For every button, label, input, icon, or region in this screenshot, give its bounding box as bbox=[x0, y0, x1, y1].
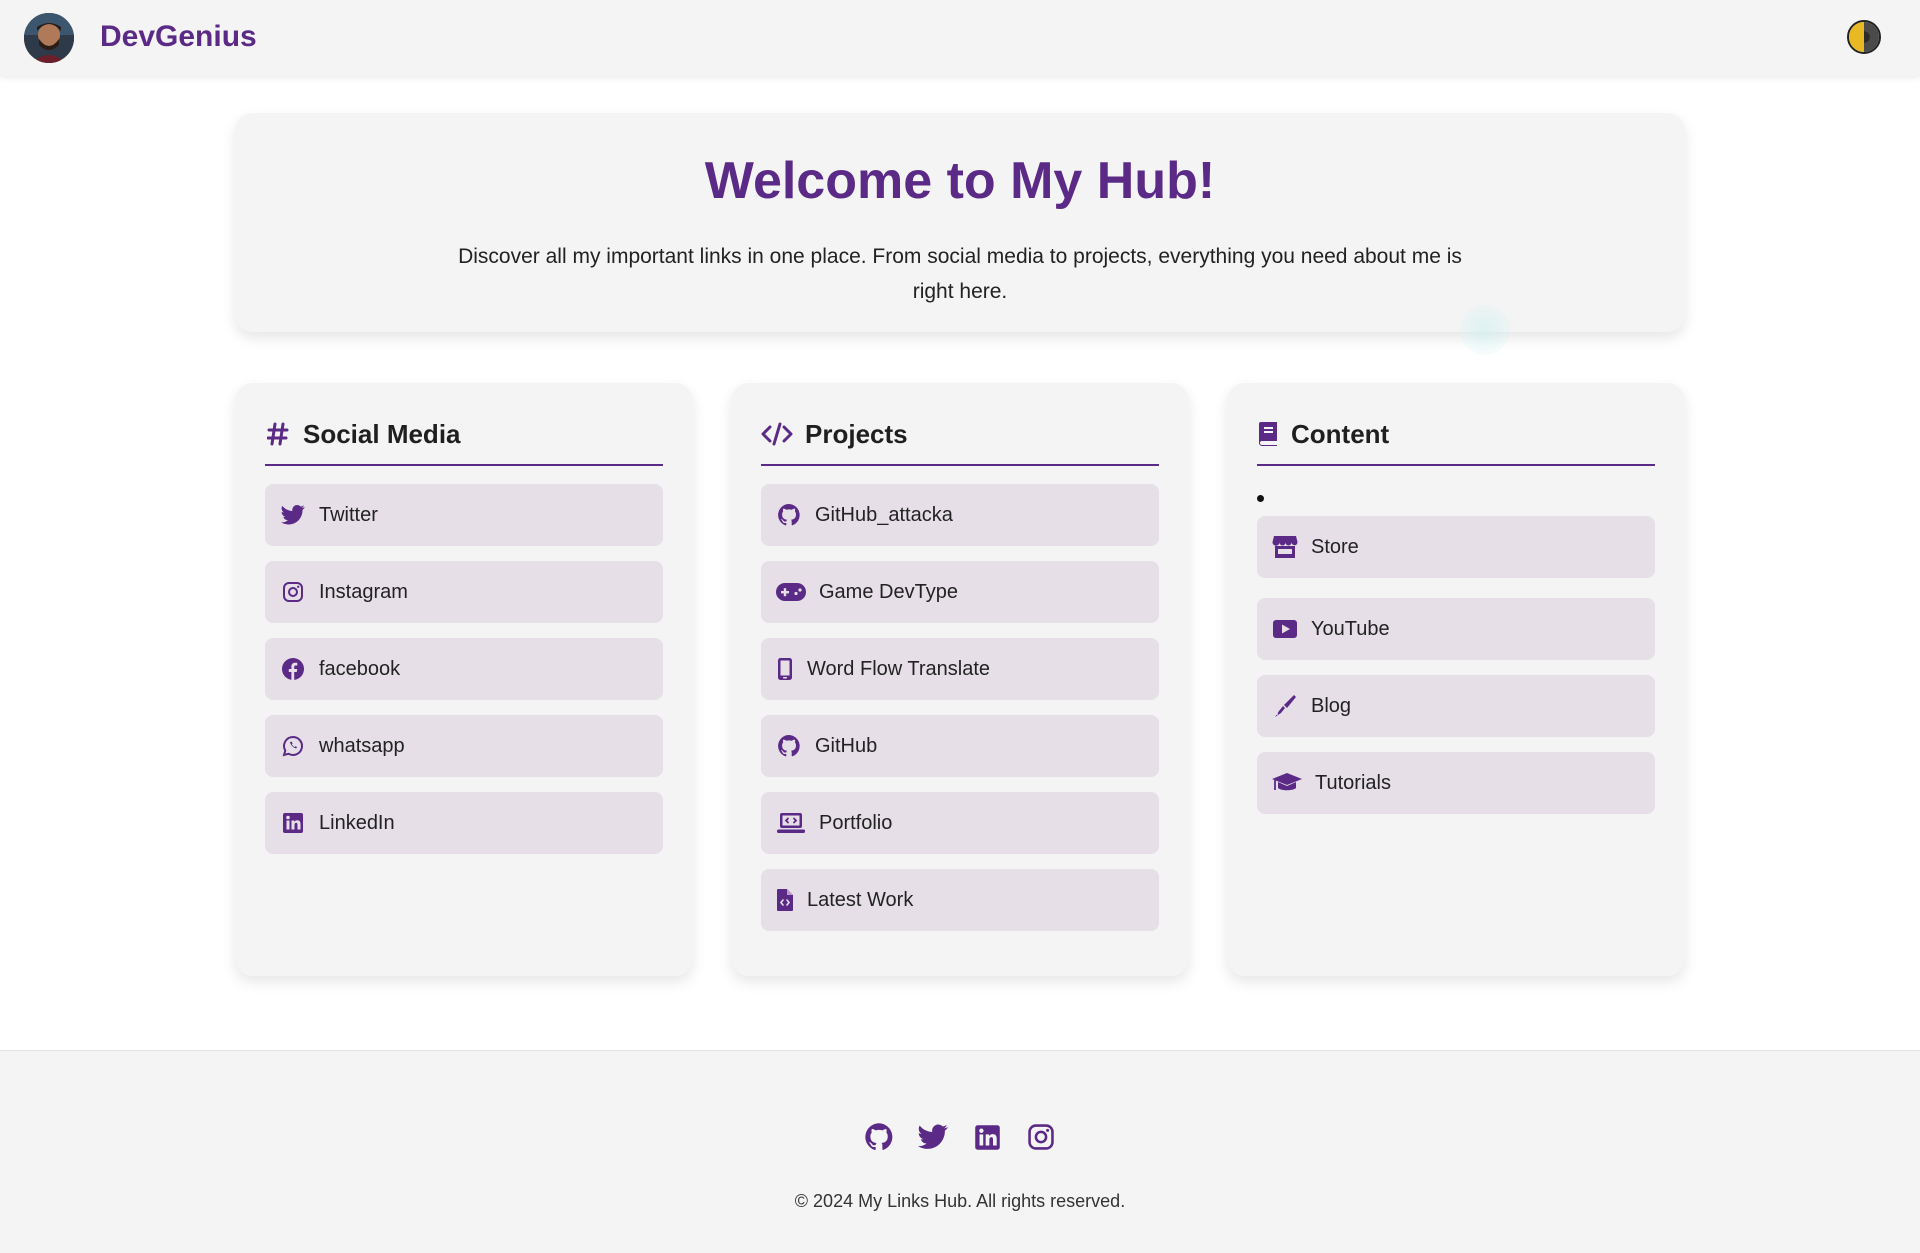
link-label: Latest Work bbox=[807, 888, 914, 911]
youtube-icon bbox=[1271, 615, 1299, 643]
link-whatsapp[interactable]: whatsapp bbox=[265, 715, 663, 777]
gamepad-icon bbox=[775, 578, 807, 606]
linkedin-icon bbox=[279, 809, 307, 837]
twitter-icon[interactable] bbox=[917, 1121, 949, 1153]
link-youtube[interactable]: YouTube bbox=[1257, 598, 1655, 660]
footer-social-links bbox=[0, 1121, 1920, 1153]
graduation-cap-icon bbox=[1271, 769, 1303, 797]
link-label: Store bbox=[1311, 535, 1359, 558]
link-game-devtype[interactable]: Game DevType bbox=[761, 561, 1159, 623]
mobile-icon bbox=[775, 655, 795, 683]
list-bullet bbox=[1257, 495, 1264, 502]
link-github[interactable]: GitHub bbox=[761, 715, 1159, 777]
hashtag-icon bbox=[265, 419, 291, 449]
section-title: Content bbox=[1291, 419, 1390, 449]
code-icon bbox=[761, 419, 793, 449]
link-label: whatsapp bbox=[319, 734, 405, 757]
projects-heading: Projects bbox=[761, 419, 1159, 466]
twitter-icon bbox=[279, 501, 307, 529]
link-latest-work[interactable]: Latest Work bbox=[761, 869, 1159, 931]
link-store[interactable]: Store bbox=[1257, 516, 1655, 578]
pen-icon bbox=[1271, 692, 1299, 720]
social-media-heading: Social Media bbox=[265, 419, 663, 466]
link-label: YouTube bbox=[1311, 617, 1390, 640]
link-label: Portfolio bbox=[819, 811, 893, 834]
half-moon-toggle-icon bbox=[1849, 22, 1879, 52]
top-navbar: DevGenius bbox=[0, 0, 1920, 76]
avatar[interactable] bbox=[24, 13, 74, 63]
github-icon bbox=[775, 732, 803, 760]
link-label: facebook bbox=[319, 657, 401, 680]
link-label: GitHub bbox=[815, 734, 878, 757]
link-label: Twitter bbox=[319, 503, 378, 526]
hero-title: Welcome to My Hub! bbox=[704, 152, 1216, 210]
github-icon[interactable] bbox=[863, 1121, 895, 1153]
footer: © 2024 My Links Hub. All rights reserved… bbox=[0, 1050, 1920, 1253]
link-label: LinkedIn bbox=[319, 811, 395, 834]
copyright-text: © 2024 My Links Hub. All rights reserved… bbox=[794, 1191, 1126, 1211]
file-code-icon bbox=[775, 886, 795, 914]
link-linkedin[interactable]: LinkedIn bbox=[265, 792, 663, 854]
laptop-code-icon bbox=[775, 809, 807, 837]
store-icon bbox=[1271, 533, 1299, 561]
section-title: Projects bbox=[805, 419, 908, 449]
link-portfolio[interactable]: Portfolio bbox=[761, 792, 1159, 854]
welcome-hero: Welcome to My Hub! Discover all my impor… bbox=[235, 113, 1685, 332]
link-github-attacka[interactable]: GitHub_attacka bbox=[761, 484, 1159, 546]
link-label: Tutorials bbox=[1315, 771, 1391, 794]
decorative-glow bbox=[1460, 305, 1510, 355]
github-icon bbox=[775, 501, 803, 529]
brand-name[interactable]: DevGenius bbox=[100, 20, 257, 54]
social-media-card: Social Media Twitter Instagram facebook … bbox=[235, 383, 693, 976]
theme-toggle-button[interactable] bbox=[1847, 20, 1881, 54]
book-icon bbox=[1257, 419, 1279, 449]
link-label: Instagram bbox=[319, 580, 408, 603]
projects-card: Projects GitHub_attacka Game DevType Wor… bbox=[731, 383, 1189, 976]
section-title: Social Media bbox=[303, 419, 461, 449]
facebook-icon bbox=[279, 655, 307, 683]
link-word-flow-translate[interactable]: Word Flow Translate bbox=[761, 638, 1159, 700]
linkedin-icon[interactable] bbox=[971, 1121, 1003, 1153]
whatsapp-icon bbox=[279, 732, 307, 760]
instagram-icon[interactable] bbox=[1025, 1121, 1057, 1153]
link-tutorials[interactable]: Tutorials bbox=[1257, 752, 1655, 814]
link-label: Blog bbox=[1311, 694, 1352, 717]
link-label: GitHub_attacka bbox=[815, 503, 953, 526]
link-facebook[interactable]: facebook bbox=[265, 638, 663, 700]
link-label: Game DevType bbox=[819, 580, 958, 603]
hero-description: Discover all my important links in one p… bbox=[458, 245, 1462, 303]
content-heading: Content bbox=[1257, 419, 1655, 466]
link-label: Word Flow Translate bbox=[807, 657, 991, 680]
instagram-icon bbox=[279, 578, 307, 606]
link-instagram[interactable]: Instagram bbox=[265, 561, 663, 623]
content-card: Content Store YouTube Blog Tutorials bbox=[1227, 383, 1685, 976]
link-twitter[interactable]: Twitter bbox=[265, 484, 663, 546]
link-blog[interactable]: Blog bbox=[1257, 675, 1655, 737]
